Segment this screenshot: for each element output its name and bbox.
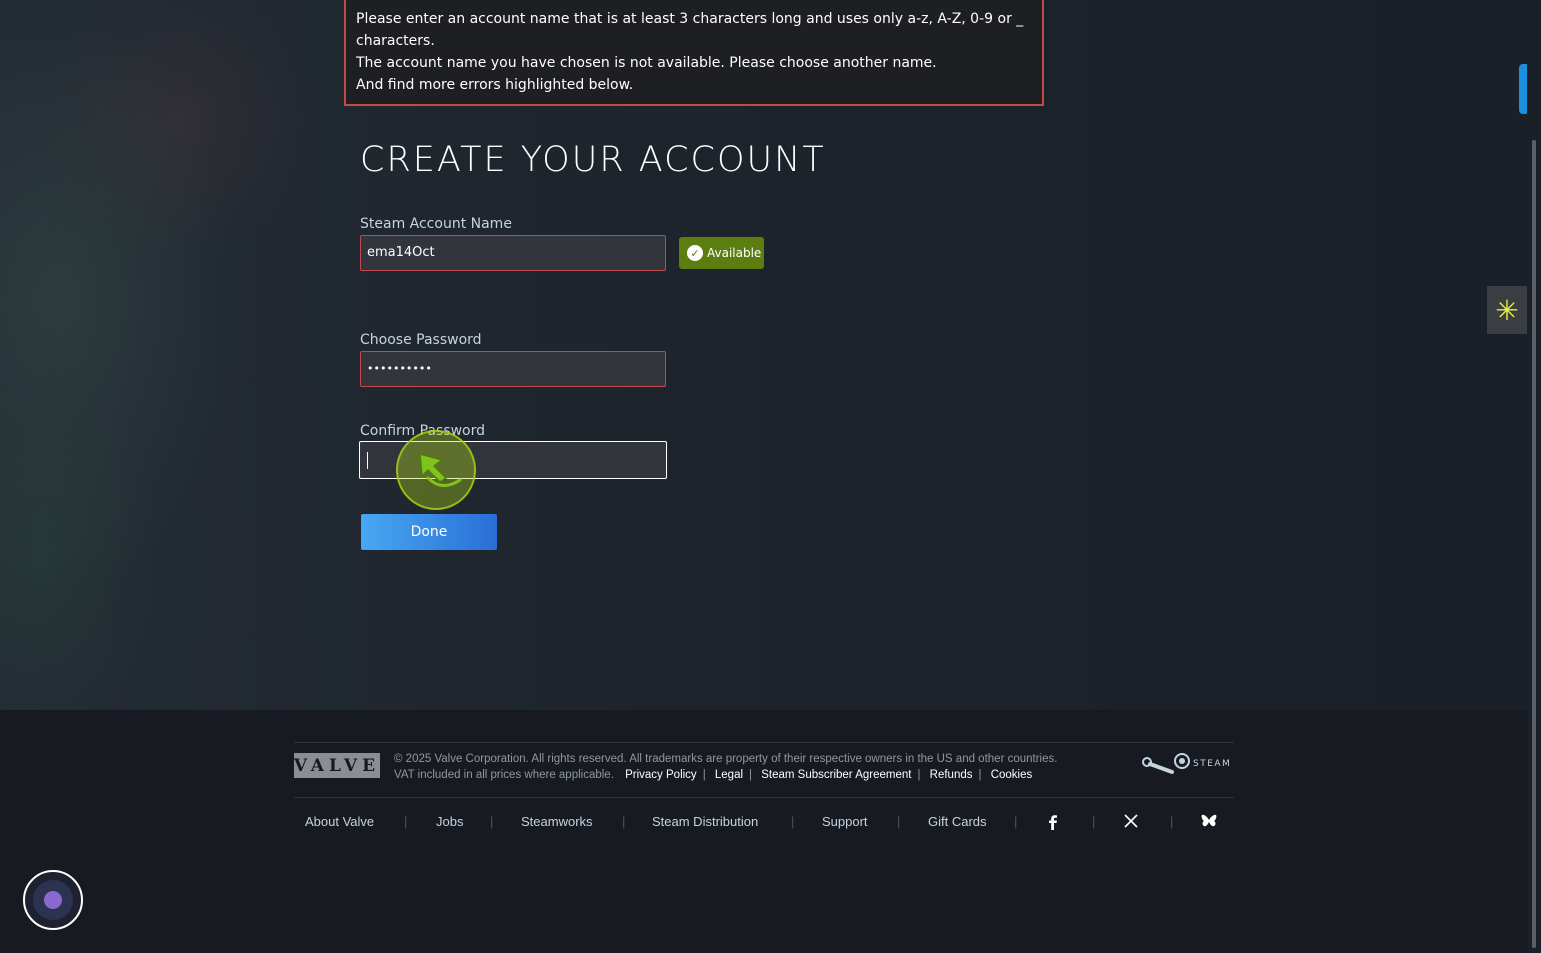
footer-nav: About Valve | Jobs | Steamworks | Steam … bbox=[294, 814, 1234, 834]
page-title: CREATE YOUR ACCOUNT bbox=[360, 140, 826, 180]
steam-mark-icon bbox=[1142, 753, 1190, 774]
x-icon[interactable] bbox=[1124, 814, 1138, 831]
gift-cards-link[interactable]: Gift Cards bbox=[928, 814, 987, 829]
password-input[interactable]: •••••••••• bbox=[360, 351, 666, 387]
subscriber-agreement-link[interactable]: Steam Subscriber Agreement bbox=[761, 769, 911, 781]
bluesky-icon[interactable] bbox=[1201, 814, 1217, 831]
steam-logo[interactable]: STEAM bbox=[1142, 752, 1231, 776]
text-caret bbox=[367, 452, 368, 469]
steamworks-link[interactable]: Steamworks bbox=[521, 814, 593, 829]
assistant-button[interactable] bbox=[23, 870, 83, 930]
nav-separator: | bbox=[490, 814, 494, 829]
password-label: Choose Password bbox=[360, 332, 482, 348]
scrollbar-thumb[interactable] bbox=[1532, 140, 1536, 948]
copyright-text: © 2025 Valve Corporation. All rights res… bbox=[394, 753, 1058, 765]
account-name-input[interactable]: ema14Oct bbox=[360, 235, 666, 271]
privacy-policy-link[interactable]: Privacy Policy bbox=[625, 769, 697, 781]
nav-separator: | bbox=[1014, 814, 1018, 829]
steam-logo-text: STEAM bbox=[1193, 759, 1232, 769]
footer-divider bbox=[294, 797, 1234, 798]
sparkle-icon: ✳ bbox=[1495, 293, 1519, 327]
error-line: The account name you have chosen is not … bbox=[356, 55, 937, 71]
account-name-label: Steam Account Name bbox=[360, 216, 512, 232]
about-valve-link[interactable]: About Valve bbox=[305, 814, 374, 829]
side-tab[interactable] bbox=[1519, 64, 1527, 114]
assistant-icon bbox=[33, 880, 73, 920]
footer-divider bbox=[294, 742, 1234, 743]
nav-separator: | bbox=[1092, 814, 1096, 829]
nav-separator: | bbox=[897, 814, 901, 829]
jobs-link[interactable]: Jobs bbox=[436, 814, 463, 829]
nav-separator: | bbox=[791, 814, 795, 829]
legal-text: © 2025 Valve Corporation. All rights res… bbox=[394, 753, 1058, 781]
error-message-box: Please enter an account name that is at … bbox=[344, 0, 1044, 106]
error-line: Please enter an account name that is at … bbox=[356, 11, 1024, 27]
legal-link[interactable]: Legal bbox=[715, 769, 743, 781]
nav-separator: | bbox=[404, 814, 408, 829]
nav-separator: | bbox=[622, 814, 626, 829]
cookies-link[interactable]: Cookies bbox=[991, 769, 1033, 781]
available-label: Available bbox=[707, 246, 762, 260]
background-artwork bbox=[0, 0, 1528, 710]
refunds-link[interactable]: Refunds bbox=[930, 769, 973, 781]
steam-distribution-link[interactable]: Steam Distribution bbox=[652, 814, 758, 829]
check-icon: ✓ bbox=[687, 245, 703, 261]
vat-text: VAT included in all prices where applica… bbox=[394, 769, 614, 781]
error-line: characters. bbox=[356, 33, 435, 49]
sparkle-widget-button[interactable]: ✳ bbox=[1487, 286, 1527, 334]
available-badge: ✓ Available bbox=[679, 237, 764, 269]
facebook-icon[interactable] bbox=[1046, 814, 1060, 833]
nav-separator: | bbox=[1170, 814, 1174, 829]
valve-logo[interactable]: VALVE bbox=[294, 753, 380, 778]
cursor-highlight bbox=[396, 430, 476, 510]
error-line: And find more errors highlighted below. bbox=[356, 77, 634, 93]
pointer-cursor-icon bbox=[419, 452, 462, 487]
support-link[interactable]: Support bbox=[822, 814, 868, 829]
done-button[interactable]: Done bbox=[361, 514, 497, 550]
